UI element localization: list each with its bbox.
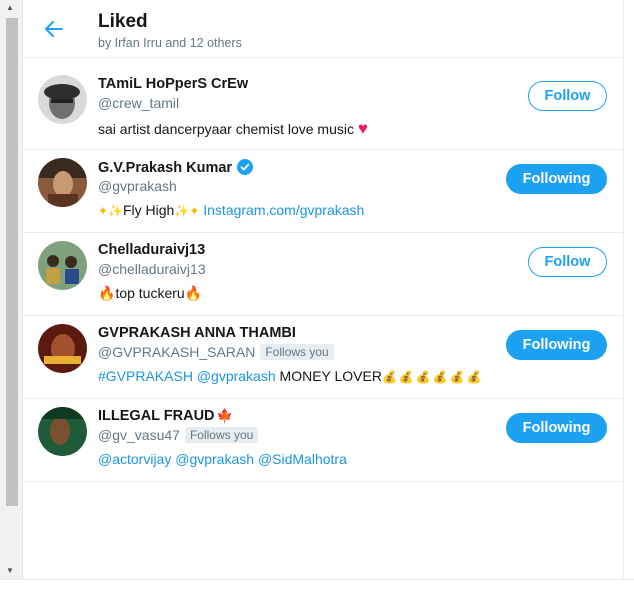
- user-bio: ✦✨Fly High✨✦ Instagram.com/gvprakash: [98, 202, 365, 218]
- user-row[interactable]: TAmiL HoPperS CrEw @crew_tamil sai artis…: [23, 66, 623, 150]
- page-title: Liked: [98, 11, 148, 32]
- user-name[interactable]: GVPRAKASH ANNA THAMBI: [98, 325, 296, 341]
- user-name[interactable]: Chelladuraivj13: [98, 242, 205, 258]
- user-bio: sai artist dancerpyaar chemist love musi…: [98, 119, 368, 138]
- scrollbar[interactable]: ▲ ▼: [0, 0, 23, 580]
- avatar[interactable]: [38, 241, 87, 290]
- verified-badge-icon: [237, 159, 254, 175]
- follows-you-badge: Follows you: [260, 344, 334, 360]
- user-row[interactable]: ILLEGAL FRAUD 🍁 @gv_vasu47 Follows you @ac…: [23, 398, 623, 482]
- maple-leaf-icon: 🍁: [216, 408, 233, 423]
- user-handle: @chelladuraivj13: [98, 261, 206, 277]
- hashtag-link[interactable]: #GVPRAKASH: [98, 368, 193, 384]
- user-row[interactable]: Chelladuraivj13 @chelladuraivj13 🔥top tu…: [23, 232, 623, 316]
- avatar[interactable]: [38, 75, 87, 124]
- scroll-down-arrow-icon[interactable]: ▼: [6, 566, 14, 575]
- user-handle: @gvprakash: [98, 178, 177, 194]
- user-name[interactable]: G.V.Prakash Kumar: [98, 159, 254, 176]
- scrollbar-thumb[interactable]: [6, 18, 18, 506]
- user-name[interactable]: ILLEGAL FRAUD 🍁: [98, 408, 233, 424]
- arrow-left-icon[interactable]: [42, 17, 66, 41]
- liked-by-panel: Liked by Irfan Irru and 12 others TAmiL …: [23, 0, 624, 580]
- bio-link[interactable]: Instagram.com/gvprakash: [203, 202, 364, 218]
- header: Liked by Irfan Irru and 12 others: [23, 0, 623, 58]
- mention-link[interactable]: @gvprakash: [197, 368, 276, 384]
- user-handle: @GVPRAKASH_SARAN: [98, 344, 256, 360]
- avatar[interactable]: [38, 324, 87, 373]
- heart-icon: ♥: [357, 119, 368, 138]
- page-subtitle: by Irfan Irru and 12 others: [98, 36, 242, 50]
- avatar[interactable]: [38, 158, 87, 207]
- following-button[interactable]: Following: [506, 330, 607, 360]
- user-row[interactable]: G.V.Prakash Kumar @gvprakash ✦✨Fly High✨…: [23, 149, 623, 233]
- following-button[interactable]: Following: [506, 413, 607, 443]
- user-bio: #GVPRAKASH @gvprakash MONEY LOVER💰💰💰💰💰💰: [98, 368, 484, 384]
- follow-button[interactable]: Follow: [528, 81, 607, 111]
- user-handle: @crew_tamil: [98, 95, 180, 111]
- sparkles-icon: ✦✨: [98, 204, 123, 218]
- mention-link[interactable]: @actorvijay: [98, 451, 171, 467]
- user-row[interactable]: GVPRAKASH ANNA THAMBI @GVPRAKASH_SARAN Fo…: [23, 315, 623, 399]
- mention-link[interactable]: @SidMalhotra: [258, 451, 347, 467]
- follow-button[interactable]: Follow: [528, 247, 607, 277]
- scroll-up-arrow-icon[interactable]: ▲: [6, 3, 14, 12]
- divider: [0, 579, 634, 580]
- user-handle: @gv_vasu47: [98, 427, 180, 443]
- following-button[interactable]: Following: [506, 164, 607, 194]
- sparkles-icon: ✨✦: [174, 204, 200, 218]
- follows-you-badge: Follows you: [184, 427, 259, 443]
- fire-icon: 🔥: [98, 285, 116, 301]
- avatar[interactable]: [38, 407, 87, 456]
- user-name[interactable]: TAmiL HoPperS CrEw: [98, 76, 248, 92]
- user-bio: @actorvijay @gvprakash @SidMalhotra: [98, 451, 347, 467]
- money-bag-icon: 💰💰💰💰💰💰: [381, 370, 484, 384]
- mention-link[interactable]: @gvprakash: [175, 451, 254, 467]
- user-bio: 🔥top tuckeru🔥: [98, 285, 203, 301]
- fire-icon: 🔥: [184, 285, 203, 301]
